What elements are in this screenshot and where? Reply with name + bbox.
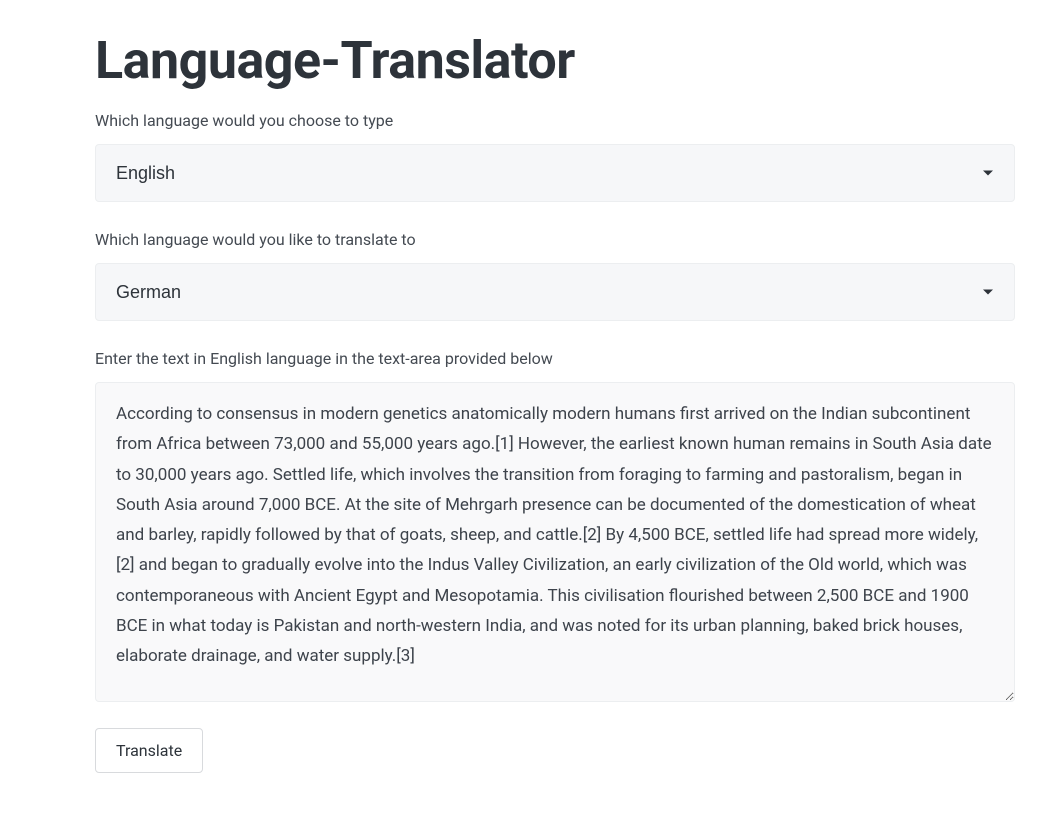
- translate-button[interactable]: Translate: [95, 728, 203, 773]
- target-language-select[interactable]: German: [95, 263, 1015, 321]
- target-language-select-wrap: German: [95, 263, 1015, 321]
- source-language-select[interactable]: English: [95, 144, 1015, 202]
- source-language-label: Which language would you choose to type: [95, 111, 1015, 130]
- textarea-label: Enter the text in English language in th…: [95, 349, 1015, 368]
- source-text-input[interactable]: [95, 382, 1015, 702]
- source-language-select-wrap: English: [95, 144, 1015, 202]
- page-title: Language-Translator: [95, 30, 1015, 91]
- target-language-label: Which language would you like to transla…: [95, 230, 1015, 249]
